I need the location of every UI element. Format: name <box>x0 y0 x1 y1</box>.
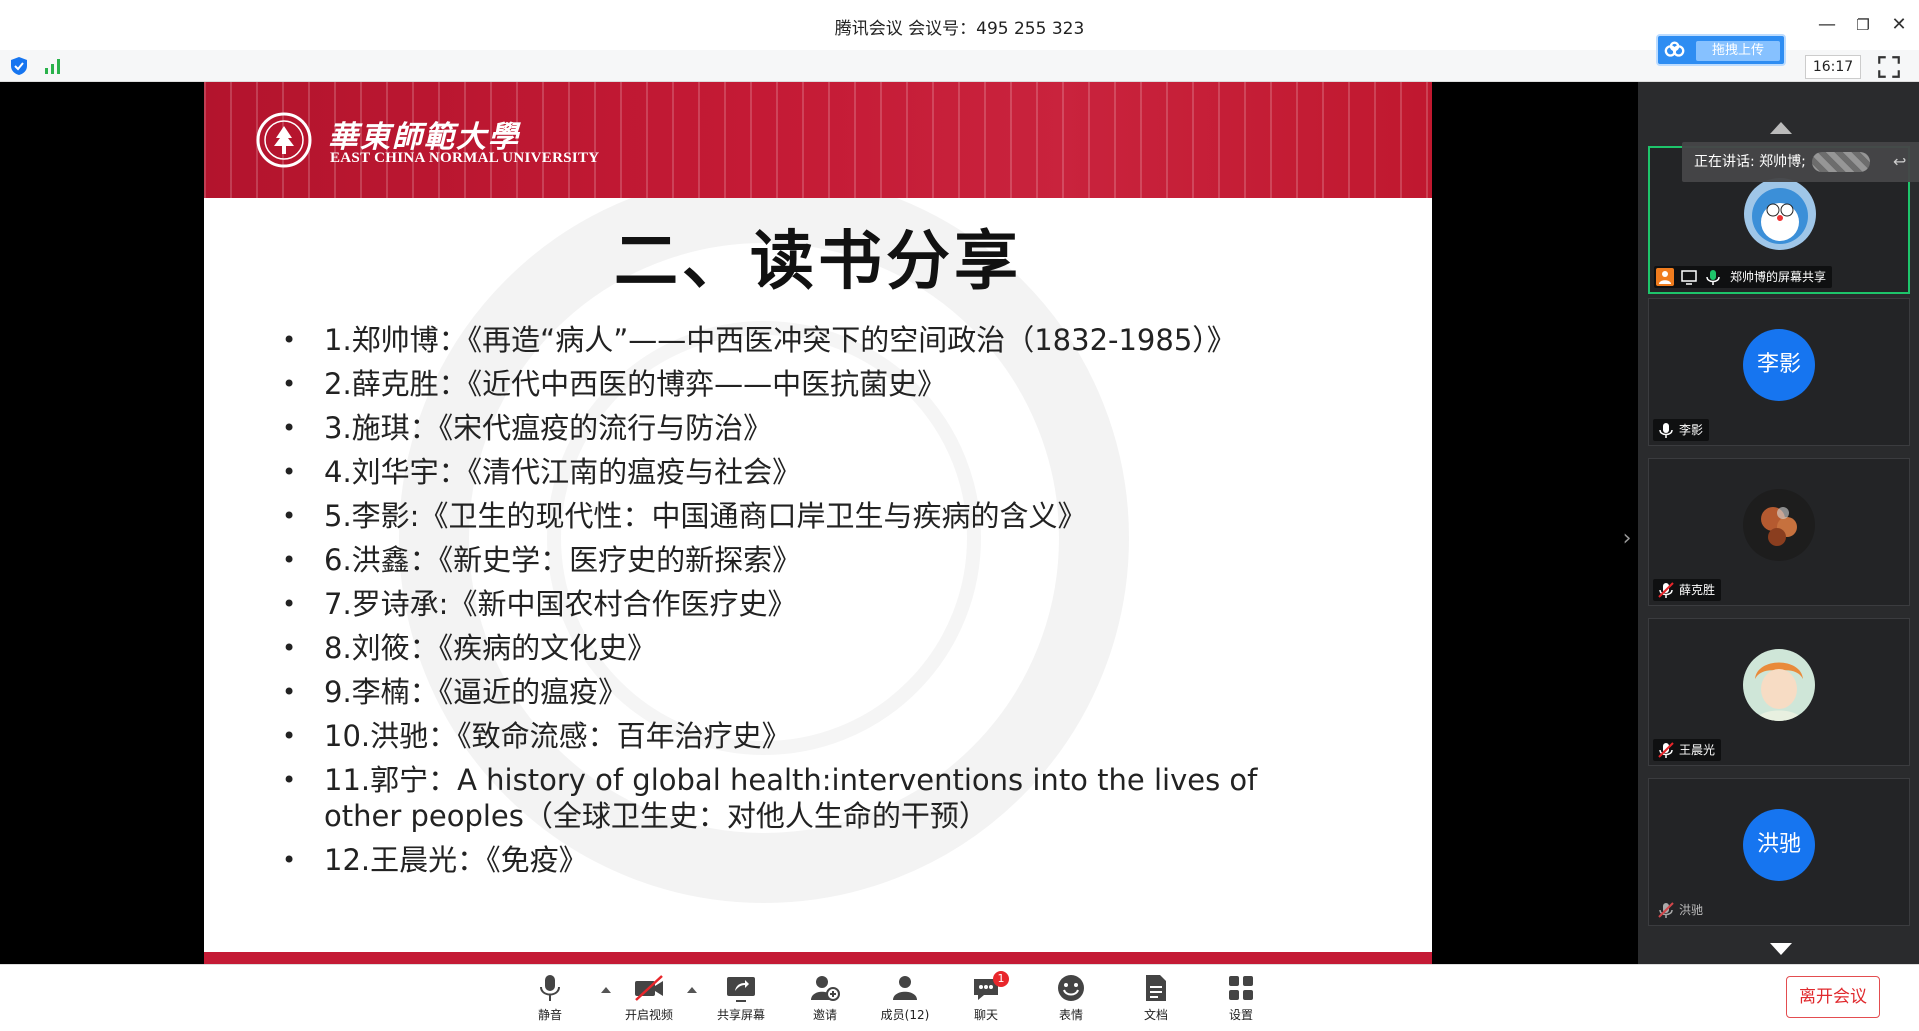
start-video-button[interactable]: 开启视频 <box>614 971 684 1027</box>
screen-share-icon <box>1681 270 1697 285</box>
members-icon <box>893 976 917 1000</box>
restore-button[interactable]: ❐ <box>1848 10 1878 40</box>
list-item: 7.罗诗承:《新中国农村合作医疗史》 <box>274 586 1394 622</box>
drag-upload-button[interactable]: 拖拽上传 <box>1656 34 1786 66</box>
scroll-up-icon[interactable] <box>1768 118 1794 138</box>
title-bar: 腾讯会议 会议号：495 255 323 — ❐ ✕ <box>0 0 1919 50</box>
tile-name-label: 李影 <box>1653 419 1710 441</box>
user-avatar <box>1743 649 1815 721</box>
share-screen-button[interactable]: 共享屏幕 <box>706 971 776 1027</box>
slide-footer-band <box>204 952 1432 964</box>
now-speaking-banner: 正在讲话: 郑帅博; ↩ <box>1682 142 1919 182</box>
microphone-on-icon <box>1706 270 1720 285</box>
settings-button[interactable]: 设置 <box>1206 971 1276 1027</box>
status-bar <box>0 50 1919 82</box>
microphone-muted-icon <box>1658 902 1674 918</box>
list-item: 4.刘华宇：《清代江南的瘟疫与社会》 <box>274 454 1394 490</box>
list-item: 6.洪鑫：《新史学：医疗史的新探索》 <box>274 542 1394 578</box>
documents-button[interactable]: 文档 <box>1121 971 1191 1027</box>
minimize-button[interactable]: — <box>1812 10 1842 40</box>
smiley-icon <box>1058 975 1084 1001</box>
shared-screen-slide: 華東師範大學 EAST CHINA NORMAL UNIVERSITY 二、读书… <box>204 82 1432 964</box>
chat-button[interactable]: 1 聊天 <box>951 971 1021 1027</box>
panel-collapse-chevron-icon[interactable]: › <box>1617 526 1637 552</box>
microphone-icon <box>1659 423 1673 438</box>
emoji-button[interactable]: 表情 <box>1036 971 1106 1027</box>
participant-tile[interactable]: 李影 李影 <box>1648 298 1910 446</box>
host-icon <box>1656 268 1674 286</box>
user-avatar: 李影 <box>1743 329 1815 401</box>
tile-name-label: 薛克胜 <box>1653 579 1722 601</box>
list-item: 10.洪驰：《致命流感：百年治疗史》 <box>274 718 1394 754</box>
audio-options-caret-icon[interactable] <box>600 985 612 995</box>
add-user-icon <box>811 976 840 1001</box>
meeting-toolbar: 静音 开启视频 共享屏幕 邀请 成员(12) 1 聊天 表情 文档 设置 <box>0 964 1919 1031</box>
microphone-icon <box>540 975 560 1001</box>
upload-label: 拖拽上传 <box>1696 41 1780 61</box>
list-item: 8.刘筱：《疾病的文化史》 <box>274 630 1394 666</box>
window-title: 腾讯会议 会议号：495 255 323 <box>834 19 1085 39</box>
invite-button[interactable]: 邀请 <box>790 971 860 1027</box>
document-icon <box>1146 975 1166 1001</box>
slide-title: 二、读书分享 <box>614 225 1022 299</box>
list-item: 2.薛克胜：《近代中西医的博弈——中医抗菌史》 <box>274 366 1394 402</box>
participant-video-panel: 郑帅博的屏幕共享 正在讲话: 郑帅博; ↩ 李影 李影 薛克胜 王晨光 洪驰 洪… <box>1638 82 1919 964</box>
close-button[interactable]: ✕ <box>1884 10 1914 40</box>
blurred-names <box>1811 152 1870 172</box>
list-item: 3.施琪：《宋代瘟疫的流行与防治》 <box>274 410 1394 446</box>
tile-name-label: 郑帅博的屏幕共享 <box>1654 266 1833 288</box>
tile-name-label: 王晨光 <box>1653 739 1722 761</box>
participant-tile[interactable]: 薛克胜 <box>1648 458 1910 606</box>
share-screen-icon <box>727 977 755 1002</box>
video-off-icon <box>635 975 663 1001</box>
list-item: 5.李影:《卫生的现代性：中国通商口岸卫生与疾病的含义》 <box>274 498 1394 534</box>
participant-tile[interactable]: 王晨光 <box>1648 618 1910 766</box>
cloud-icon <box>1664 41 1685 57</box>
list-item: 11.郭宁：A history of global health:interve… <box>274 762 1274 834</box>
now-speaking-text: 正在讲话: 郑帅博; <box>1694 154 1806 170</box>
user-avatar: 洪驰 <box>1743 809 1815 881</box>
video-options-caret-icon[interactable] <box>686 985 698 995</box>
chat-unread-badge: 1 <box>993 971 1009 987</box>
security-shield-icon[interactable] <box>8 56 30 76</box>
list-item: 9.李楠：《逼近的瘟疫》 <box>274 674 1394 710</box>
meeting-clock: 16:17 <box>1805 55 1861 79</box>
university-name-en: EAST CHINA NORMAL UNIVERSITY <box>330 150 600 166</box>
user-avatar <box>1744 178 1816 250</box>
signal-strength-icon[interactable] <box>42 56 64 76</box>
meeting-window: 腾讯会议 会议号：495 255 323 — ❐ ✕ 拖拽上传 16:17 華東… <box>0 0 1919 1031</box>
slide-header-banner: 華東師範大學 EAST CHINA NORMAL UNIVERSITY <box>204 82 1432 198</box>
list-item: 1.郑帅博：《再造“病人”——中西医冲突下的空间政治（1832-1985）》 <box>274 322 1394 358</box>
user-avatar <box>1743 489 1815 561</box>
reply-arrow-icon[interactable]: ↩ <box>1893 142 1913 182</box>
fullscreen-icon[interactable] <box>1876 54 1902 80</box>
scroll-down-icon[interactable] <box>1768 939 1794 959</box>
microphone-muted-icon <box>1658 582 1674 598</box>
leave-meeting-button[interactable]: 离开会议 <box>1786 976 1880 1018</box>
participant-tile[interactable]: 洪驰 洪驰 <box>1648 778 1910 926</box>
microphone-muted-icon <box>1658 742 1674 758</box>
settings-grid-icon <box>1229 976 1253 1000</box>
members-button[interactable]: 成员(12) <box>870 971 940 1027</box>
book-share-list: 1.郑帅博：《再造“病人”——中西医冲突下的空间政治（1832-1985）》 2… <box>274 322 1394 886</box>
list-item: 12.王晨光：《免疫》 <box>274 842 1394 878</box>
tile-name-label: 洪驰 <box>1653 899 1709 921</box>
university-seal-icon <box>256 112 312 168</box>
mute-button[interactable]: 静音 <box>515 971 585 1027</box>
